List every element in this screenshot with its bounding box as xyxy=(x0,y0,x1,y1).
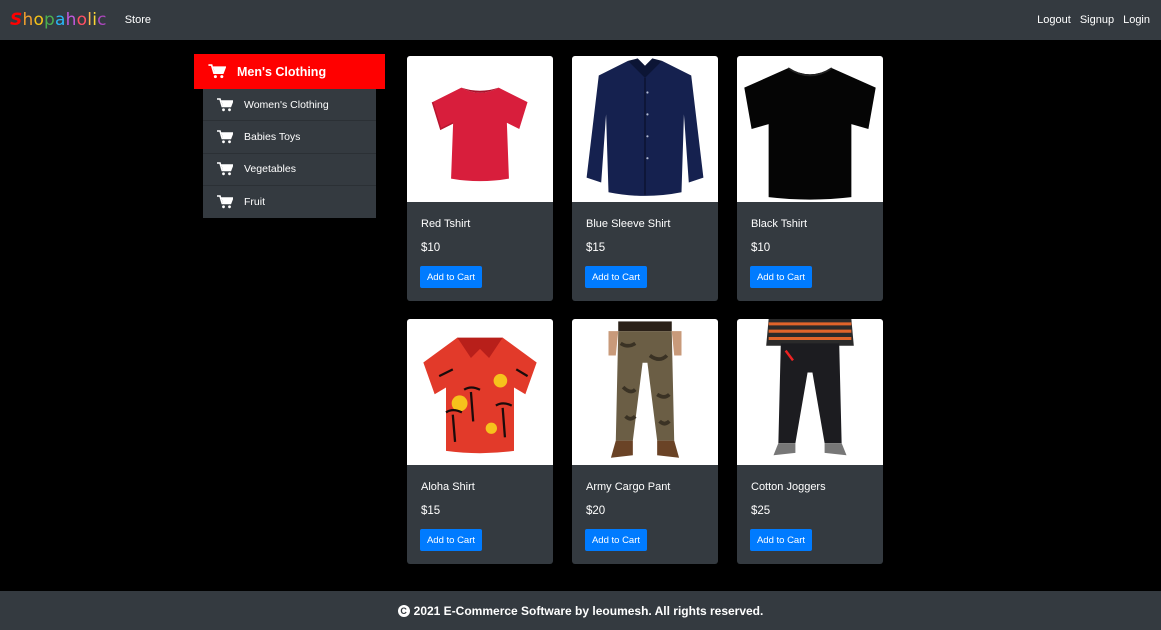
product-card: Cotton Joggers $25 Add to Cart xyxy=(737,319,883,564)
category-womens-clothing[interactable]: Women's Clothing xyxy=(203,89,376,122)
brand-logo[interactable]: S h o p a h o l i c xyxy=(10,10,107,30)
add-to-cart-button[interactable]: Add to Cart xyxy=(420,529,482,551)
login-link[interactable]: Login xyxy=(1123,14,1150,26)
product-card: Army Cargo Pant $20 Add to Cart xyxy=(572,319,718,564)
category-label: Vegetables xyxy=(244,163,296,176)
category-fruit[interactable]: Fruit xyxy=(203,186,376,218)
add-to-cart-button[interactable]: Add to Cart xyxy=(585,266,647,288)
category-mens-clothing[interactable]: Men's Clothing xyxy=(194,54,385,89)
add-to-cart-button[interactable]: Add to Cart xyxy=(750,529,812,551)
product-price: $25 xyxy=(751,505,771,517)
product-name: Black Tshirt xyxy=(751,218,808,230)
category-list: Women's Clothing Babies Toys Vegetables xyxy=(203,89,376,218)
product-name: Cotton Joggers xyxy=(751,481,826,493)
category-label: Babies Toys xyxy=(244,130,301,143)
product-card: Blue Sleeve Shirt $15 Add to Cart xyxy=(572,56,718,301)
top-navbar: S h o p a h o l i c Store Logout Signup … xyxy=(0,0,1161,40)
brand-letter: S xyxy=(10,10,23,30)
product-price: $10 xyxy=(751,242,771,254)
cart-icon xyxy=(217,130,233,144)
cart-icon xyxy=(217,195,233,209)
footer-text: 2021 E-Commerce Software by leoumesh. Al… xyxy=(413,603,764,618)
product-card: Red Tshirt $10 Add to Cart xyxy=(407,56,553,301)
brand-letter: o xyxy=(76,10,88,30)
product-image-joggers[interactable] xyxy=(737,319,883,465)
cart-icon xyxy=(217,162,233,176)
logout-link[interactable]: Logout xyxy=(1037,14,1071,26)
product-card: Black Tshirt $10 Add to Cart xyxy=(737,56,883,301)
category-label: Women's Clothing xyxy=(244,98,329,111)
product-price: $20 xyxy=(586,505,606,517)
add-to-cart-button[interactable]: Add to Cart xyxy=(420,266,482,288)
product-image-blue-shirt[interactable] xyxy=(572,56,718,202)
cart-icon xyxy=(208,64,226,79)
brand-letter: p xyxy=(44,10,56,30)
category-vegetables[interactable]: Vegetables xyxy=(203,154,376,186)
brand-letter: h xyxy=(22,10,34,30)
product-name: Aloha Shirt xyxy=(421,481,475,493)
brand-letter: h xyxy=(65,10,77,30)
category-label: Fruit xyxy=(244,195,265,208)
product-name: Blue Sleeve Shirt xyxy=(586,218,671,230)
product-image-red-tshirt[interactable] xyxy=(407,56,553,202)
product-card: Aloha Shirt $15 Add to Cart xyxy=(407,319,553,564)
brand-letter: c xyxy=(97,10,107,30)
footer: C 2021 E-Commerce Software by leoumesh. … xyxy=(0,591,1161,630)
cart-icon xyxy=(217,97,233,111)
signup-link[interactable]: Signup xyxy=(1080,14,1114,26)
copyright-icon: C xyxy=(397,604,410,617)
product-image-aloha-shirt[interactable] xyxy=(407,319,553,465)
nav-auth-links: Logout Signup Login xyxy=(1037,14,1151,26)
product-name: Red Tshirt xyxy=(421,218,471,230)
category-babies-toys[interactable]: Babies Toys xyxy=(203,121,376,154)
product-name: Army Cargo Pant xyxy=(586,481,671,493)
brand-letter: a xyxy=(55,10,66,30)
product-price: $15 xyxy=(421,505,441,517)
add-to-cart-button[interactable]: Add to Cart xyxy=(585,529,647,551)
product-image-black-tshirt[interactable] xyxy=(737,56,883,202)
nav-store-link[interactable]: Store xyxy=(125,14,151,26)
brand-letter: o xyxy=(33,10,45,30)
product-price: $15 xyxy=(586,242,606,254)
product-price: $10 xyxy=(421,242,441,254)
category-label: Men's Clothing xyxy=(237,64,327,79)
add-to-cart-button[interactable]: Add to Cart xyxy=(750,266,812,288)
product-image-cargo-pant[interactable] xyxy=(572,319,718,465)
